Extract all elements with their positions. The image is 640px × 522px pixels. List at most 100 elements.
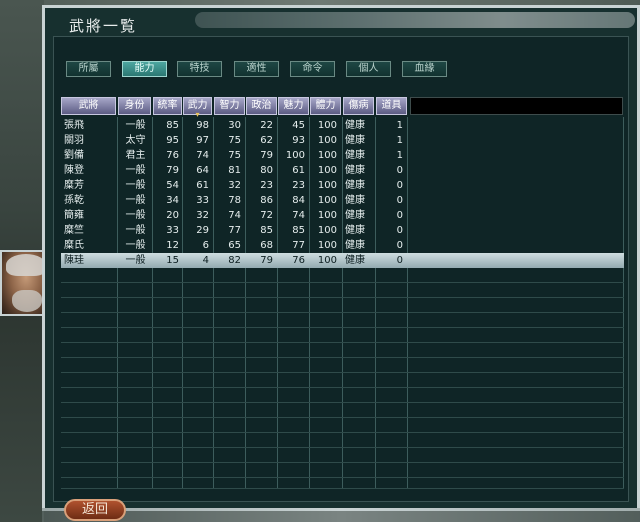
table-row[interactable]: 簡雍 一般 20 32 74 72 74 100 健康 0 — [61, 208, 624, 223]
officer-injury: 健康 — [345, 240, 365, 251]
table-row[interactable]: 劉備 君主 76 74 75 79 100 100 健康 1 — [61, 148, 624, 163]
officer-charisma: 76 — [292, 255, 305, 266]
officer-politics: 23 — [260, 180, 273, 191]
officer-leadership: 79 — [166, 165, 179, 176]
officer-politics: 79 — [260, 150, 273, 161]
tab-affiliation[interactable]: 所屬 — [66, 61, 111, 77]
officer-rank: 一般 — [125, 240, 146, 251]
table-row[interactable]: 張飛 一般 85 98 30 22 45 100 健康 1 — [61, 118, 624, 133]
return-button[interactable]: 返回 — [64, 499, 126, 521]
header-officer[interactable]: 武將 — [61, 97, 116, 115]
officer-intelligence: 78 — [228, 195, 241, 206]
officer-rank: 一般 — [125, 165, 146, 176]
officer-stamina: 100 — [317, 180, 337, 191]
officer-items: 1 — [396, 150, 403, 161]
officer-leadership: 95 — [166, 135, 179, 146]
officer-stamina: 100 — [317, 195, 337, 206]
officer-stamina: 100 — [317, 240, 337, 251]
officer-rank: 一般 — [125, 180, 146, 191]
officer-name: 孫乾 — [64, 195, 84, 206]
officer-intelligence: 75 — [228, 135, 241, 146]
officer-charisma: 61 — [292, 165, 305, 176]
officer-charisma: 74 — [292, 210, 305, 221]
officer-war: 6 — [202, 240, 209, 251]
officer-leadership: 15 — [166, 255, 179, 266]
officer-intelligence: 30 — [228, 120, 241, 131]
officer-war: 98 — [196, 120, 209, 131]
officer-war: 61 — [196, 180, 209, 191]
officer-rank: 君主 — [125, 150, 146, 161]
title-bar: 武將一覧 — [51, 14, 251, 36]
officer-name: 簡雍 — [64, 210, 84, 221]
officer-items: 0 — [396, 195, 403, 206]
header-empty — [410, 97, 623, 115]
header-rank[interactable]: 身份 — [118, 97, 151, 115]
officer-stamina: 100 — [317, 150, 337, 161]
officer-charisma: 84 — [292, 195, 305, 206]
header-charisma[interactable]: 魅力 — [278, 97, 309, 115]
officer-name: 糜竺 — [64, 225, 84, 236]
officer-war: 64 — [196, 165, 209, 176]
header-leadership[interactable]: 統率 — [153, 97, 182, 115]
officer-items: 0 — [396, 180, 403, 191]
officer-intelligence: 77 — [228, 225, 241, 236]
tab-skills[interactable]: 特技 — [177, 61, 222, 77]
officer-charisma: 23 — [292, 180, 305, 191]
officer-name: 張飛 — [64, 120, 84, 131]
officer-war: 74 — [196, 150, 209, 161]
header-war[interactable]: 武力 — [183, 97, 212, 115]
officer-items: 0 — [396, 240, 403, 251]
officer-politics: 80 — [260, 165, 273, 176]
tab-orders[interactable]: 命令 — [290, 61, 335, 77]
officer-rank: 一般 — [125, 210, 146, 221]
officer-items: 0 — [396, 255, 403, 266]
officer-charisma: 45 — [292, 120, 305, 131]
officer-items: 0 — [396, 225, 403, 236]
officer-war: 97 — [196, 135, 209, 146]
officer-stamina: 100 — [317, 225, 337, 236]
table-row[interactable]: 孫乾 一般 34 33 78 86 84 100 健康 0 — [61, 193, 624, 208]
tab-bloodline[interactable]: 血緣 — [402, 61, 447, 77]
officer-items: 0 — [396, 165, 403, 176]
portrait-hair — [6, 254, 46, 276]
table-row[interactable]: 陳珪 一般 15 4 82 79 76 100 健康 0 — [61, 253, 624, 268]
officer-politics: 22 — [260, 120, 273, 131]
header-stamina[interactable]: 體力 — [310, 97, 341, 115]
officer-charisma: 93 — [292, 135, 305, 146]
officer-rank: 一般 — [125, 120, 146, 131]
officer-injury: 健康 — [345, 120, 365, 131]
header-intelligence[interactable]: 智力 — [214, 97, 245, 115]
officer-injury: 健康 — [345, 150, 365, 161]
officer-items: 0 — [396, 210, 403, 221]
officer-name: 糜氏 — [64, 240, 84, 251]
table-row[interactable]: 糜竺 一般 33 29 77 85 85 100 健康 0 — [61, 223, 624, 238]
window-title: 武將一覧 — [69, 17, 138, 35]
officer-intelligence: 82 — [228, 255, 241, 266]
officer-stamina: 100 — [317, 165, 337, 176]
table-row[interactable]: 糜氏 一般 12 6 65 68 77 100 健康 0 — [61, 238, 624, 253]
officer-stamina: 100 — [317, 120, 337, 131]
officer-injury: 健康 — [345, 210, 365, 221]
officer-injury: 健康 — [345, 255, 365, 266]
table-row[interactable]: 糜芳 一般 54 61 32 23 23 100 健康 0 — [61, 178, 624, 193]
officer-politics: 85 — [260, 225, 273, 236]
header-items[interactable]: 道具 — [376, 97, 407, 115]
table-row[interactable]: 關羽 太守 95 97 75 62 93 100 健康 1 — [61, 133, 624, 148]
officer-stamina: 100 — [317, 255, 337, 266]
officer-intelligence: 74 — [228, 210, 241, 221]
officer-charisma: 85 — [292, 225, 305, 236]
officer-name: 陳登 — [64, 165, 84, 176]
tab-ability[interactable]: 能力 — [122, 61, 167, 77]
officer-leadership: 34 — [166, 195, 179, 206]
officer-intelligence: 81 — [228, 165, 241, 176]
officer-rank: 一般 — [125, 225, 146, 236]
officer-name: 陳珪 — [64, 255, 84, 266]
officer-stamina: 100 — [317, 135, 337, 146]
officer-politics: 68 — [260, 240, 273, 251]
officer-charisma: 77 — [292, 240, 305, 251]
header-politics[interactable]: 政治 — [246, 97, 277, 115]
tab-aptitude[interactable]: 適性 — [234, 61, 279, 77]
header-injury[interactable]: 傷病 — [343, 97, 374, 115]
tab-personal[interactable]: 個人 — [346, 61, 391, 77]
table-row[interactable]: 陳登 一般 79 64 81 80 61 100 健康 0 — [61, 163, 624, 178]
